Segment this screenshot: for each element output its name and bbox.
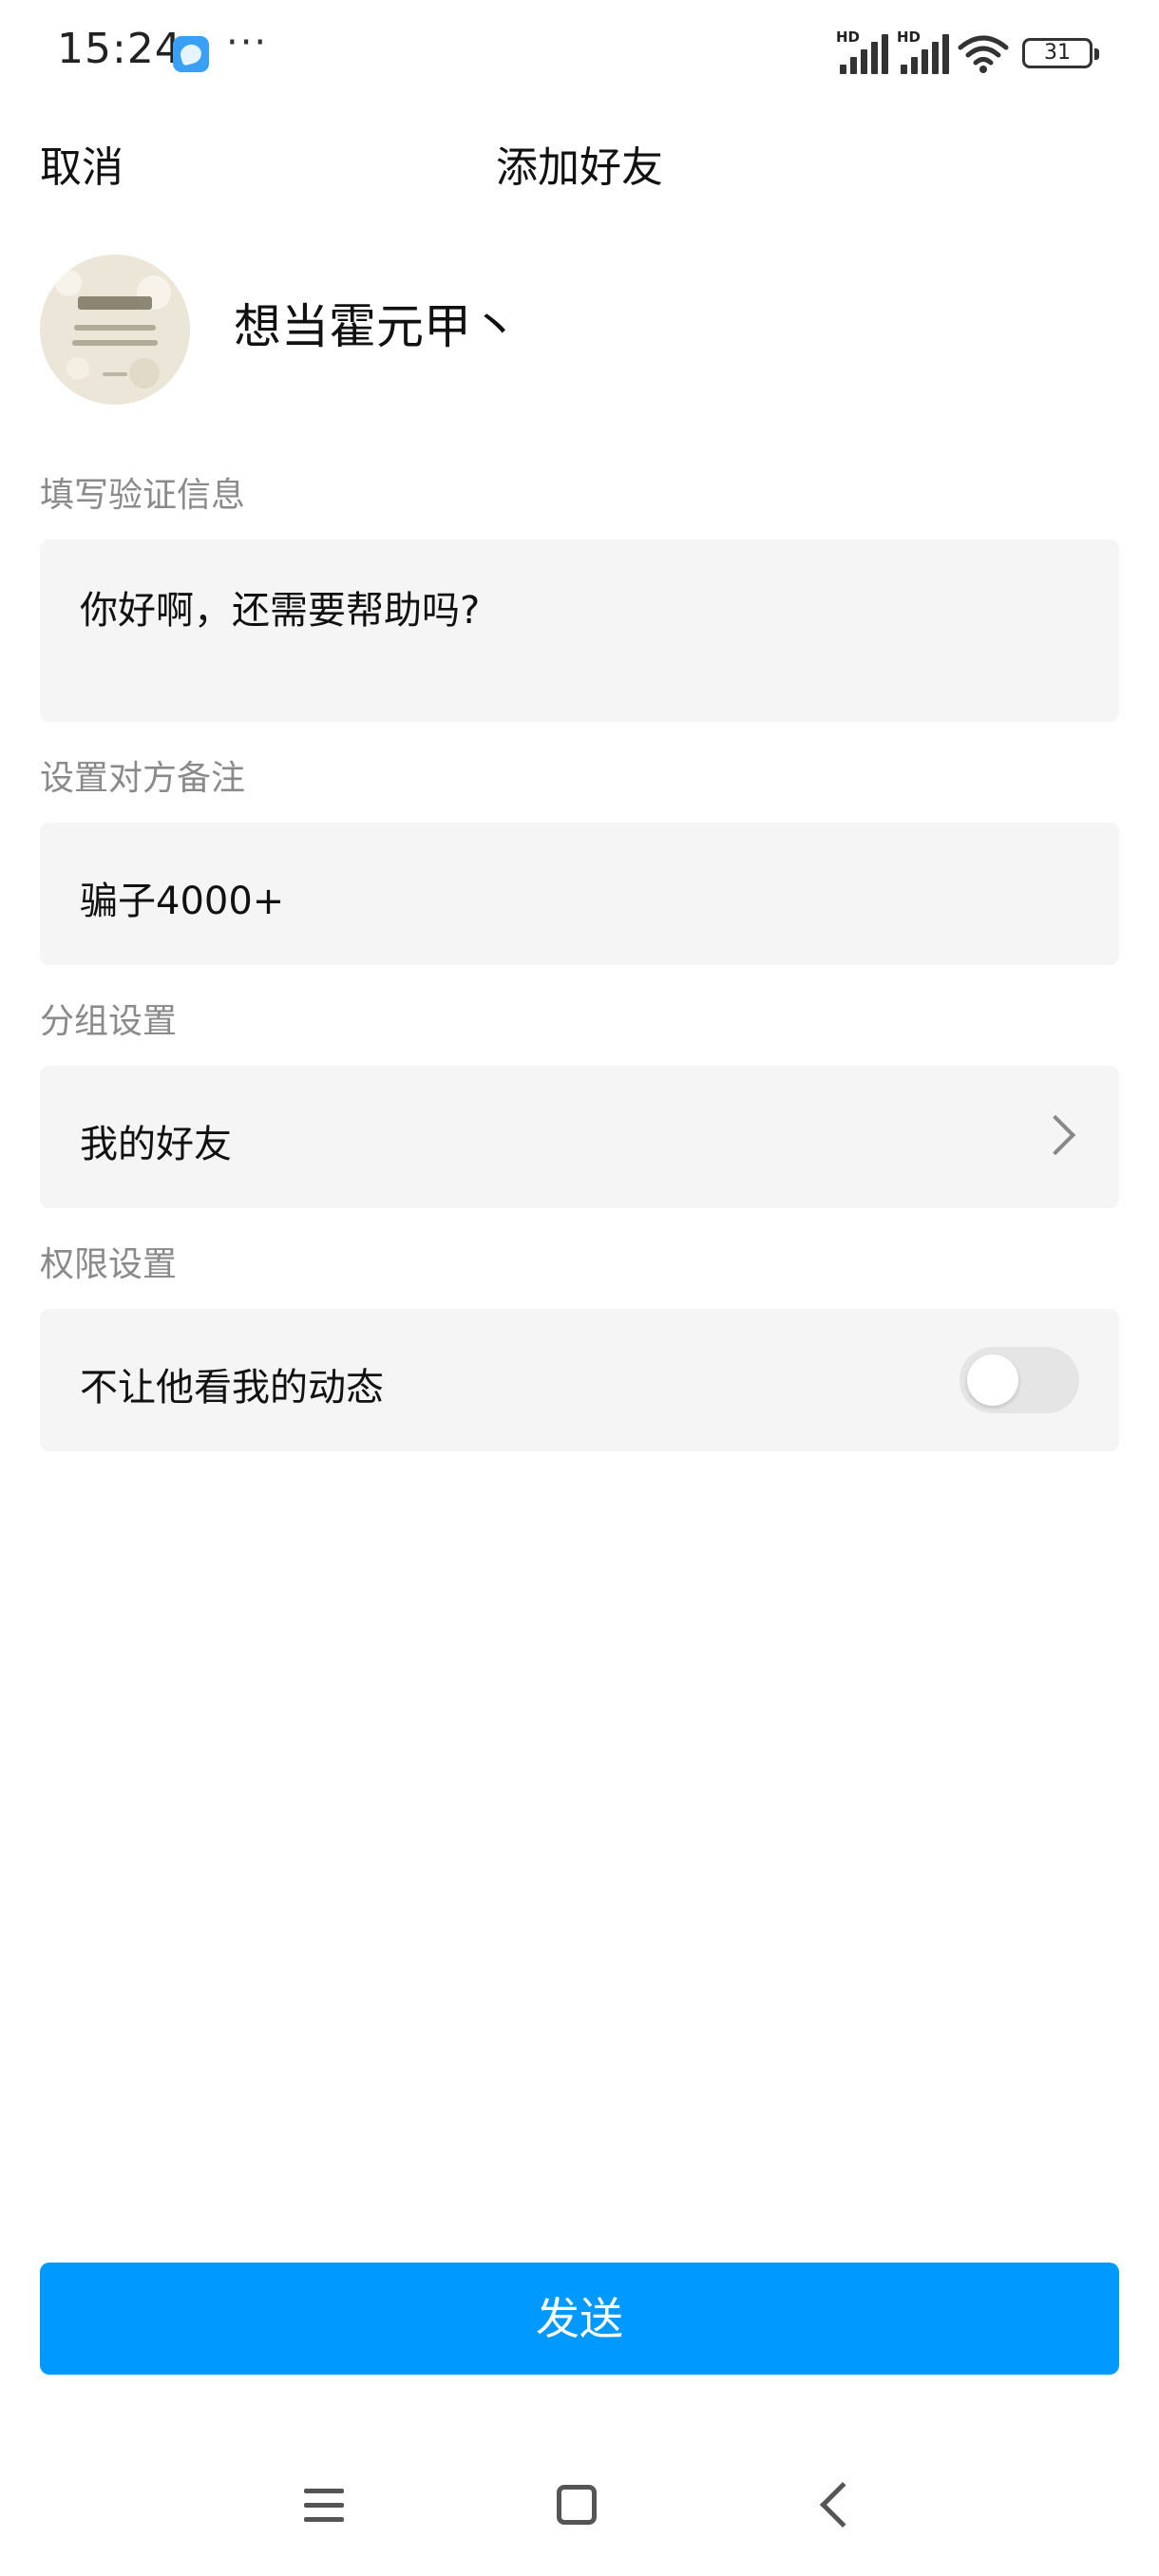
verification-label: 填写验证信息 [40, 476, 246, 515]
message-app-icon [173, 36, 209, 72]
verification-text: 你好啊，还需要帮助吗? [80, 589, 481, 633]
toggle-knob [967, 1354, 1018, 1406]
signal-hd-label: HD [836, 28, 861, 46]
profile-name: 想当霍元甲丶 [234, 299, 519, 354]
cancel-button[interactable]: 取消 [40, 133, 124, 194]
signal-strength-icon: HD [836, 28, 889, 74]
hide-moments-toggle[interactable] [960, 1347, 1079, 1413]
add-friend-page: 15:24 ··· HD HD 31 添加好友 取消 想当霍元甲丶 填写验证信息… [0, 0, 1159, 2576]
more-notifications-icon: ··· [226, 21, 269, 65]
group-label: 分组设置 [40, 1002, 178, 1041]
signal-strength-icon-2: HD [897, 28, 950, 74]
remark-text: 骗子4000+ [80, 880, 285, 923]
group-value: 我的好友 [80, 1123, 232, 1166]
system-navigation-bar [0, 2451, 1159, 2576]
permission-label: 权限设置 [40, 1245, 178, 1284]
wifi-icon [958, 35, 1009, 73]
group-selector[interactable]: 我的好友 [40, 1066, 1119, 1208]
avatar[interactable] [40, 255, 190, 405]
battery-icon: 31 [1022, 38, 1099, 68]
send-button[interactable]: 发送 [40, 2263, 1119, 2375]
back-icon[interactable] [819, 2481, 866, 2529]
home-icon[interactable] [557, 2485, 597, 2525]
chevron-right-icon [1035, 1114, 1076, 1156]
signal-hd-label-2: HD [897, 28, 922, 46]
status-time: 15:24 [57, 25, 182, 73]
permission-row: 不让他看我的动态 [40, 1309, 1119, 1451]
permission-option-label: 不让他看我的动态 [80, 1366, 384, 1410]
status-bar: 15:24 ··· HD HD 31 [0, 0, 1159, 104]
remark-label: 设置对方备注 [40, 759, 246, 798]
verification-field[interactable]: 你好啊，还需要帮助吗? [40, 540, 1119, 722]
page-title: 添加好友 [496, 143, 663, 192]
avatar-image [40, 255, 190, 405]
menu-icon[interactable] [304, 2487, 344, 2525]
remark-field[interactable]: 骗子4000+ [40, 823, 1119, 965]
